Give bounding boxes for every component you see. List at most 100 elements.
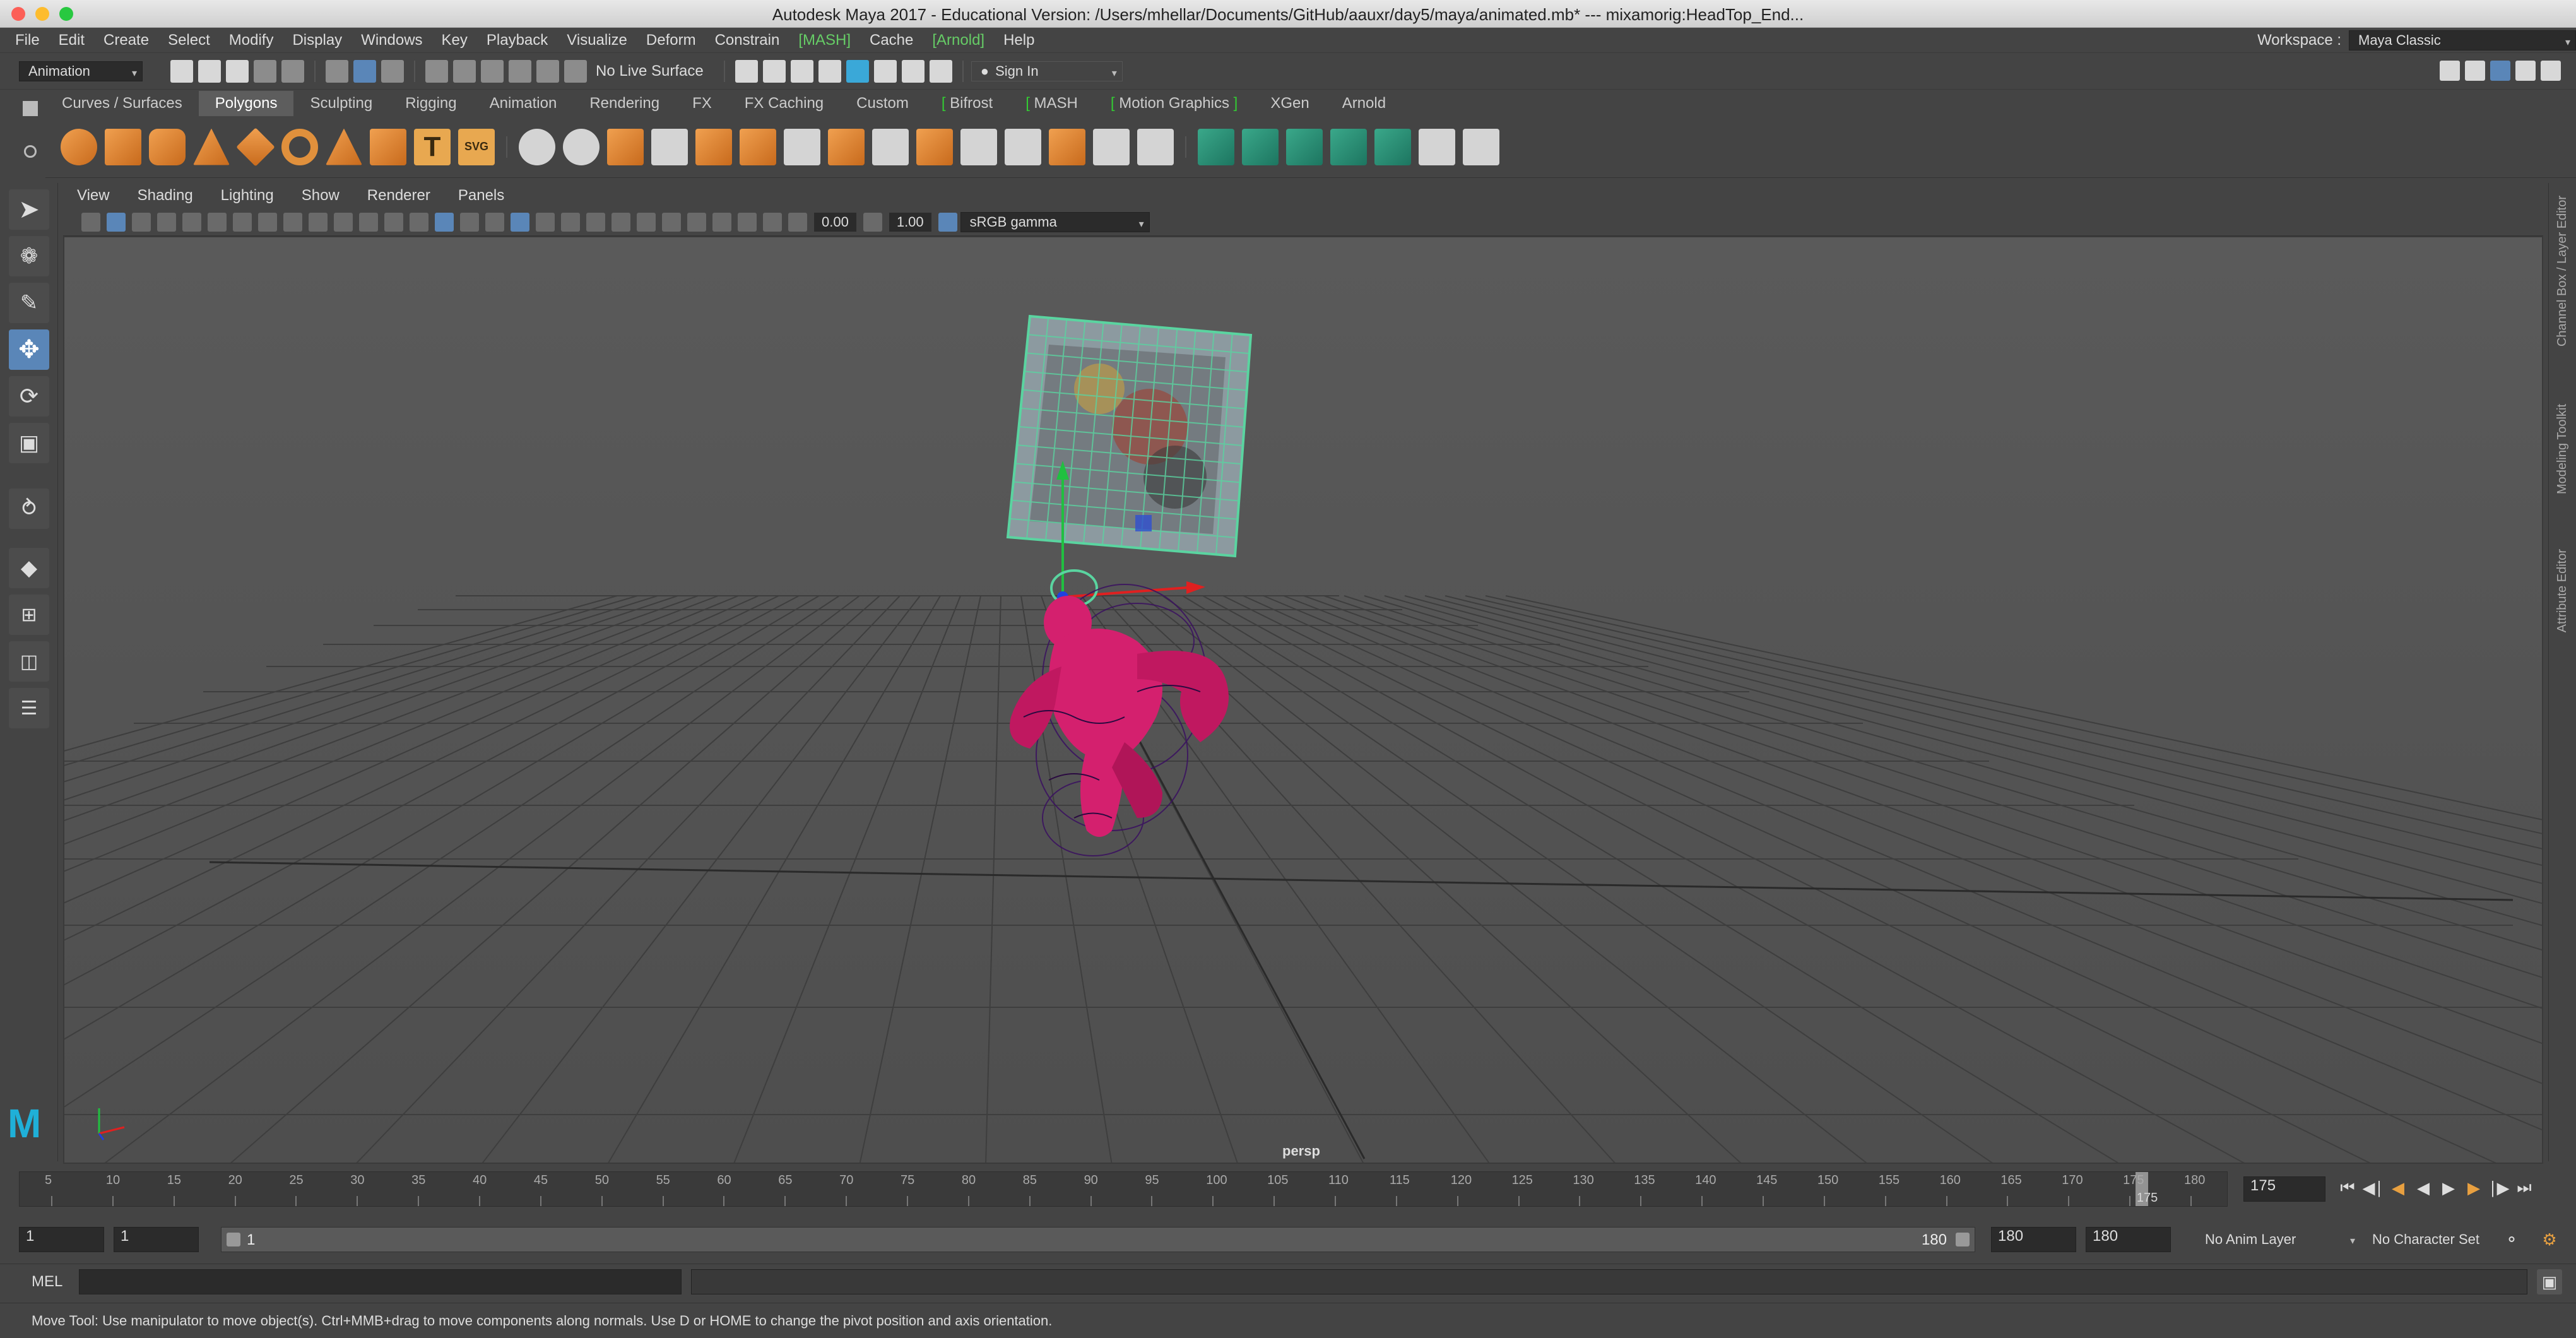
range-slider-bar[interactable]: 1 180 <box>221 1227 1975 1252</box>
attribute-editor-icon[interactable] <box>929 59 952 83</box>
depth-of-field-icon[interactable] <box>662 212 681 232</box>
menu-constrain[interactable]: Constrain <box>715 32 780 49</box>
checker-icon[interactable] <box>1419 128 1455 165</box>
play-backwards-icon[interactable]: ◀ <box>2411 1175 2436 1200</box>
step-back-key-icon[interactable]: ◀ <box>2385 1175 2411 1200</box>
menu-select[interactable]: Select <box>168 32 210 49</box>
fill-hole-icon[interactable] <box>1093 128 1130 165</box>
ipr-render-icon[interactable] <box>762 59 786 83</box>
shelf-tab-rendering[interactable]: Rendering <box>573 91 676 116</box>
menuset-dropdown[interactable]: Animation ▾ <box>19 61 143 81</box>
smooth-shade-icon[interactable] <box>435 212 454 232</box>
uv-editor-icon[interactable] <box>1374 128 1411 165</box>
tab-attribute-editor[interactable]: Attribute Editor <box>2555 549 2570 632</box>
select-component-icon[interactable] <box>381 59 404 83</box>
go-to-start-icon[interactable]: ⏮ <box>2335 1175 2360 1200</box>
lasso-tool-button[interactable]: ❁ <box>9 236 49 276</box>
grid-icon[interactable] <box>233 212 252 232</box>
script-editor-icon[interactable]: ▣ <box>2537 1269 2562 1294</box>
poly-pyramid-icon[interactable] <box>326 128 362 165</box>
render-frame-icon[interactable] <box>735 59 758 83</box>
shelf-tab-rigging[interactable]: Rigging <box>389 91 473 116</box>
extract-icon[interactable] <box>607 128 644 165</box>
save-scene-icon[interactable] <box>226 59 249 83</box>
undo-icon[interactable] <box>254 59 276 83</box>
panel-menu-shading[interactable]: Shading <box>138 187 193 204</box>
shelf-tab-custom[interactable]: Custom <box>840 91 925 116</box>
shelf-tab-arnold[interactable]: Arnold <box>1326 91 1402 116</box>
view-transform-dropdown[interactable]: sRGB gamma ▾ <box>960 211 1150 232</box>
exposure-icon[interactable] <box>788 212 807 232</box>
layout-settings-icon[interactable] <box>2541 61 2561 81</box>
wireframe-icon[interactable] <box>410 212 428 232</box>
safe-title-icon[interactable] <box>384 212 403 232</box>
playback-end-field[interactable]: 180 <box>1991 1227 2076 1252</box>
wireframe-on-shaded-icon[interactable] <box>485 212 504 232</box>
panel-menu-lighting[interactable]: Lighting <box>221 187 274 204</box>
poly-torus-icon[interactable] <box>281 128 318 165</box>
snap-point-icon[interactable] <box>481 59 504 83</box>
xray-joints-icon[interactable] <box>738 212 757 232</box>
shelf-tab-fx[interactable]: FX <box>676 91 728 116</box>
range-start-handle[interactable] <box>227 1233 240 1246</box>
step-forward-key-icon[interactable]: ▶ <box>2461 1175 2486 1200</box>
menu-create[interactable]: Create <box>103 32 149 49</box>
image-plane-icon[interactable] <box>157 212 176 232</box>
poly-cube-icon[interactable] <box>105 128 141 165</box>
camera-icon[interactable] <box>81 212 100 232</box>
combine-icon[interactable] <box>519 128 555 165</box>
tab-modeling-toolkit[interactable]: Modeling Toolkit <box>2555 404 2570 494</box>
four-view-layout-button[interactable]: ⊞ <box>9 595 49 635</box>
snap-view-plane-icon[interactable] <box>509 59 531 83</box>
shelf-tab-animation[interactable]: Animation <box>473 91 574 116</box>
menu-display[interactable]: Display <box>292 32 342 49</box>
menu-windows[interactable]: Windows <box>361 32 422 49</box>
range-end-handle[interactable] <box>1956 1233 1970 1246</box>
modeling-toolkit-icon[interactable] <box>901 59 925 83</box>
cylindrical-mapping-icon[interactable] <box>1242 128 1279 165</box>
gamma-icon[interactable] <box>863 212 882 232</box>
poly-cone-icon[interactable] <box>193 128 230 165</box>
play-forwards-icon[interactable]: ▶ <box>2436 1175 2461 1200</box>
panel-menu-view[interactable]: View <box>77 187 110 204</box>
edge-loop-icon[interactable] <box>1049 128 1085 165</box>
camera-attributes-icon[interactable] <box>107 212 126 232</box>
reduce-icon[interactable] <box>1137 128 1174 165</box>
single-perspective-layout-button[interactable]: ◆ <box>9 548 49 588</box>
poly-cylinder-icon[interactable] <box>149 128 186 165</box>
layout-channel-icon[interactable] <box>2490 61 2510 81</box>
menu-visualize[interactable]: Visualize <box>567 32 627 49</box>
go-to-end-icon[interactable]: ⏭ <box>2512 1175 2537 1200</box>
menu-deform[interactable]: Deform <box>646 32 696 49</box>
spherical-mapping-icon[interactable] <box>1286 128 1323 165</box>
menu-edit[interactable]: Edit <box>59 32 85 49</box>
layout-outliner-icon[interactable] <box>2515 61 2536 81</box>
poly-sphere-icon[interactable] <box>61 128 97 165</box>
shelf-tab-sculpting[interactable]: Sculpting <box>293 91 389 116</box>
arnold-render-view-icon[interactable] <box>846 59 869 83</box>
poly-plane-icon[interactable] <box>236 127 275 167</box>
poly-type-icon[interactable]: T <box>414 128 451 165</box>
mirror-icon[interactable] <box>784 128 820 165</box>
gate-mask-icon[interactable] <box>309 212 328 232</box>
xray-icon[interactable] <box>712 212 731 232</box>
average-vertices-icon[interactable] <box>740 128 776 165</box>
step-back-frame-icon[interactable]: ◀∣ <box>2360 1175 2385 1200</box>
default-material-icon[interactable] <box>460 212 479 232</box>
shelf-tab-motion-graphics[interactable]: [ Motion Graphics ] <box>1094 91 1254 116</box>
script-language-toggle[interactable]: MEL <box>32 1273 62 1291</box>
snap-curve-icon[interactable] <box>453 59 476 83</box>
persp-outliner-layout-button[interactable]: ◫ <box>9 641 49 682</box>
end-time-field[interactable]: 180 <box>2086 1227 2171 1252</box>
tab-channel-box[interactable]: Channel Box / Layer Editor <box>2555 196 2570 346</box>
outliner-button[interactable]: ☰ <box>9 688 49 728</box>
layout-single-icon[interactable] <box>2440 61 2460 81</box>
anim-layer-dropdown[interactable]: No Anim Layer ▾ <box>2196 1229 2360 1250</box>
shelf-tab-xgen[interactable]: XGen <box>1254 91 1325 116</box>
motion-blur-icon[interactable] <box>612 212 630 232</box>
film-gate-icon[interactable] <box>258 212 277 232</box>
menu-modify[interactable]: Modify <box>229 32 274 49</box>
menu-playback[interactable]: Playback <box>487 32 548 49</box>
paint-select-tool-button[interactable]: ✎ <box>9 283 49 323</box>
planar-mapping-icon[interactable] <box>1198 128 1234 165</box>
